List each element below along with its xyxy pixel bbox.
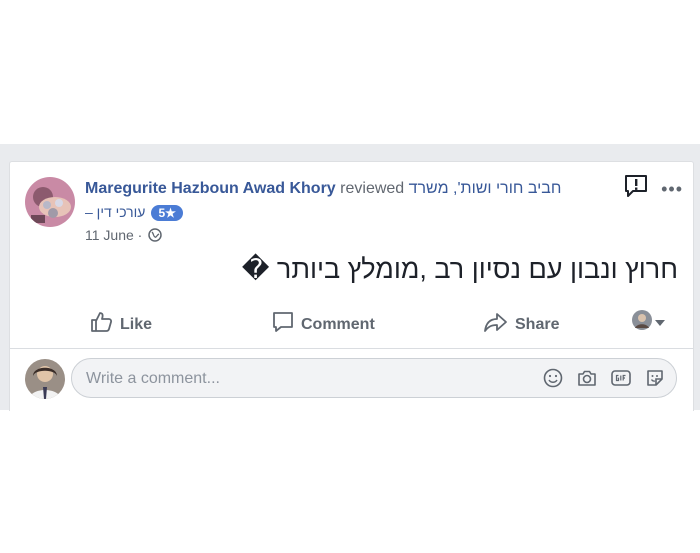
gif-icon[interactable] [610,367,632,389]
review-card: Maregurite Hazboun Awad Khory reviewed ח… [9,161,694,411]
rating-badge: 5★ [151,205,183,221]
share-button[interactable]: Share [483,310,559,339]
page-name-link-continued[interactable]: עורכי דין – [85,204,145,220]
comment-button[interactable]: Comment [271,310,375,339]
post-text: חרוץ ונבון עם נסיון רב ,מומלץ ביותר � [241,254,678,284]
review-headline-line2: עורכי דין – 5★ [85,204,183,221]
comment-input[interactable] [84,367,508,391]
report-icon[interactable] [623,174,649,203]
like-button[interactable]: Like [90,310,152,339]
emoji-icon[interactable] [542,367,564,389]
camera-icon[interactable] [576,367,598,389]
star-icon: ★ [165,206,176,220]
comment-label: Comment [301,315,375,333]
small-avatar [632,310,652,335]
share-arrow-icon [483,310,509,339]
like-label: Like [120,315,153,333]
post-date-link[interactable]: 11 June [85,227,134,243]
page-name-link[interactable]: חביב חורי ושות', משרד [409,180,562,197]
composer-icons [542,367,666,389]
post-as-selector[interactable] [632,310,665,335]
post-meta: 11 June · [85,227,162,245]
sticker-icon[interactable] [644,367,666,389]
share-label: Share [515,315,560,333]
reviewed-label: reviewed [340,180,405,197]
comment-composer [71,358,677,398]
post-top-icons: ••• [623,174,683,203]
current-user-avatar[interactable] [25,359,65,399]
globe-icon [148,228,162,245]
comment-bubble-icon [271,310,295,339]
post-actions-bar: Like Comment Share [10,302,693,342]
author-name-link[interactable]: Maregurite Hazboun Awad Khory [85,180,336,197]
thumbs-up-icon [90,310,114,339]
meta-separator: · [137,227,143,243]
review-headline: Maregurite Hazboun Awad Khory reviewed ח… [85,180,561,198]
author-avatar[interactable] [25,177,75,227]
chevron-down-icon [655,314,665,332]
comment-divider [10,348,693,349]
more-options-icon[interactable]: ••• [661,180,683,198]
